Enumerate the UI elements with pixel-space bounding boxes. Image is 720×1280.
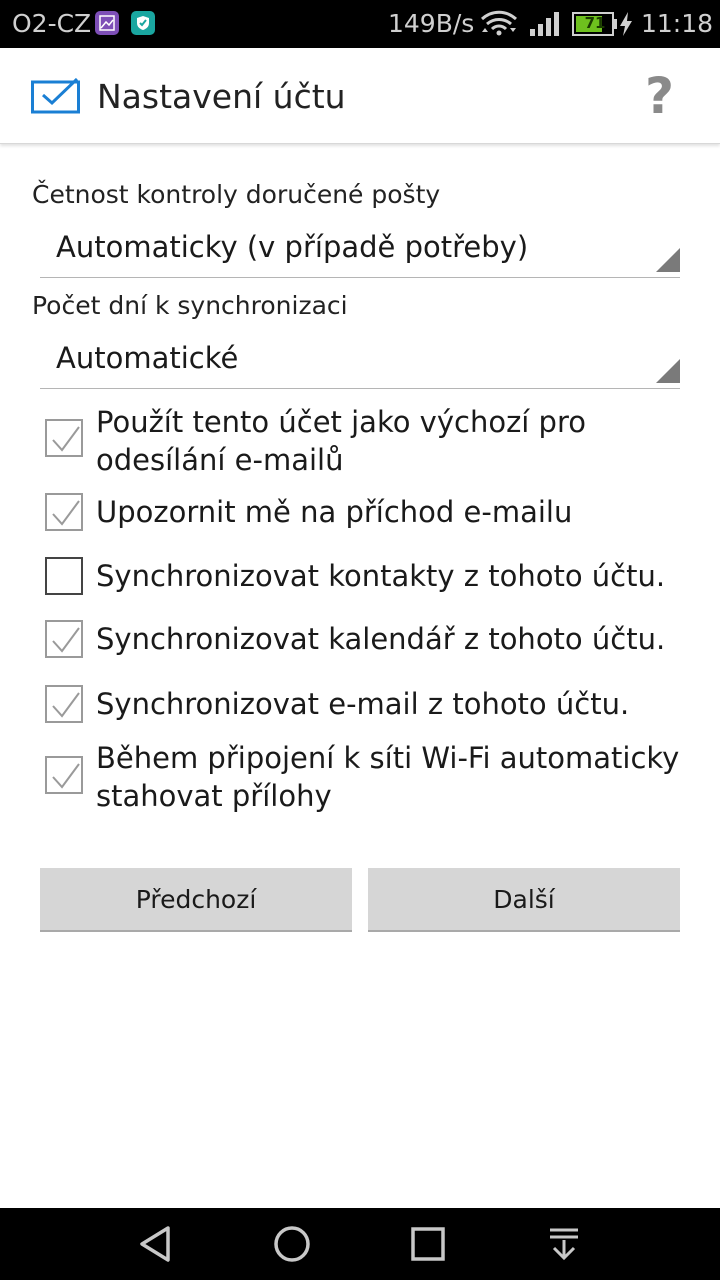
check-frequency-dropdown[interactable]: Automaticky (v případě potřeby) [40, 220, 680, 278]
gallery-icon [95, 11, 119, 35]
dropdown-arrow-icon [656, 359, 680, 387]
app-bar: Nastavení účtu ? [0, 48, 720, 144]
page-title: Nastavení účtu [97, 77, 346, 116]
status-bar: O2-CZ 149B/s 71 11:18 [0, 0, 720, 48]
recents-icon[interactable] [408, 1224, 448, 1268]
checkbox-sync-email[interactable] [45, 685, 83, 723]
notification-pull-icon[interactable] [544, 1224, 584, 1268]
checkbox-default-account[interactable] [45, 419, 83, 457]
next-button[interactable]: Další [368, 868, 680, 932]
checkmark-icon [52, 500, 80, 526]
check-frequency-label: Četnost kontroly doručené pošty [32, 180, 441, 209]
sync-days-value: Automatické [56, 341, 239, 375]
sync-days-label: Počet dní k synchronizaci [32, 291, 348, 320]
checkmark-icon [52, 692, 80, 718]
checkbox-sync-contacts[interactable] [45, 557, 83, 595]
checkbox-sync-calendar[interactable] [45, 620, 83, 658]
battery-level: 71 [584, 14, 606, 32]
option-label: Synchronizovat e-mail z tohoto účtu. [96, 687, 630, 721]
network-speed: 149B/s [388, 9, 475, 38]
checkbox-wifi-attachments[interactable] [45, 756, 83, 794]
clock: 11:18 [641, 9, 714, 38]
checkmark-icon [52, 763, 80, 789]
check-frequency-value: Automaticky (v případě potřeby) [56, 230, 529, 264]
dropdown-arrow-icon [656, 248, 680, 276]
option-label: Synchronizovat kalendář z tohoto účtu. [96, 622, 666, 656]
option-label: Synchronizovat kontakty z tohoto účtu. [96, 559, 666, 593]
navigation-bar [0, 1208, 720, 1280]
shield-icon [131, 11, 155, 35]
option-label: Během připojení k síti Wi-Fi automaticky… [96, 741, 680, 813]
checkbox-notify-email[interactable] [45, 493, 83, 531]
home-icon[interactable] [272, 1224, 312, 1268]
previous-button[interactable]: Předchozí [40, 868, 352, 932]
carrier-name: O2-CZ [12, 9, 92, 38]
option-label: Použít tento účet jako výchozí pro odesí… [96, 405, 586, 477]
charging-icon [619, 12, 633, 42]
help-icon[interactable]: ? [645, 68, 674, 124]
wifi-icon [480, 10, 518, 42]
checkmark-icon [52, 627, 80, 653]
sync-days-dropdown[interactable]: Automatické [40, 331, 680, 389]
signal-icon [530, 12, 562, 42]
checkmark-icon [52, 426, 80, 452]
option-label: Upozornit mě na příchod e-mailu [96, 495, 573, 529]
back-icon[interactable] [136, 1224, 176, 1268]
mail-icon [31, 77, 81, 118]
